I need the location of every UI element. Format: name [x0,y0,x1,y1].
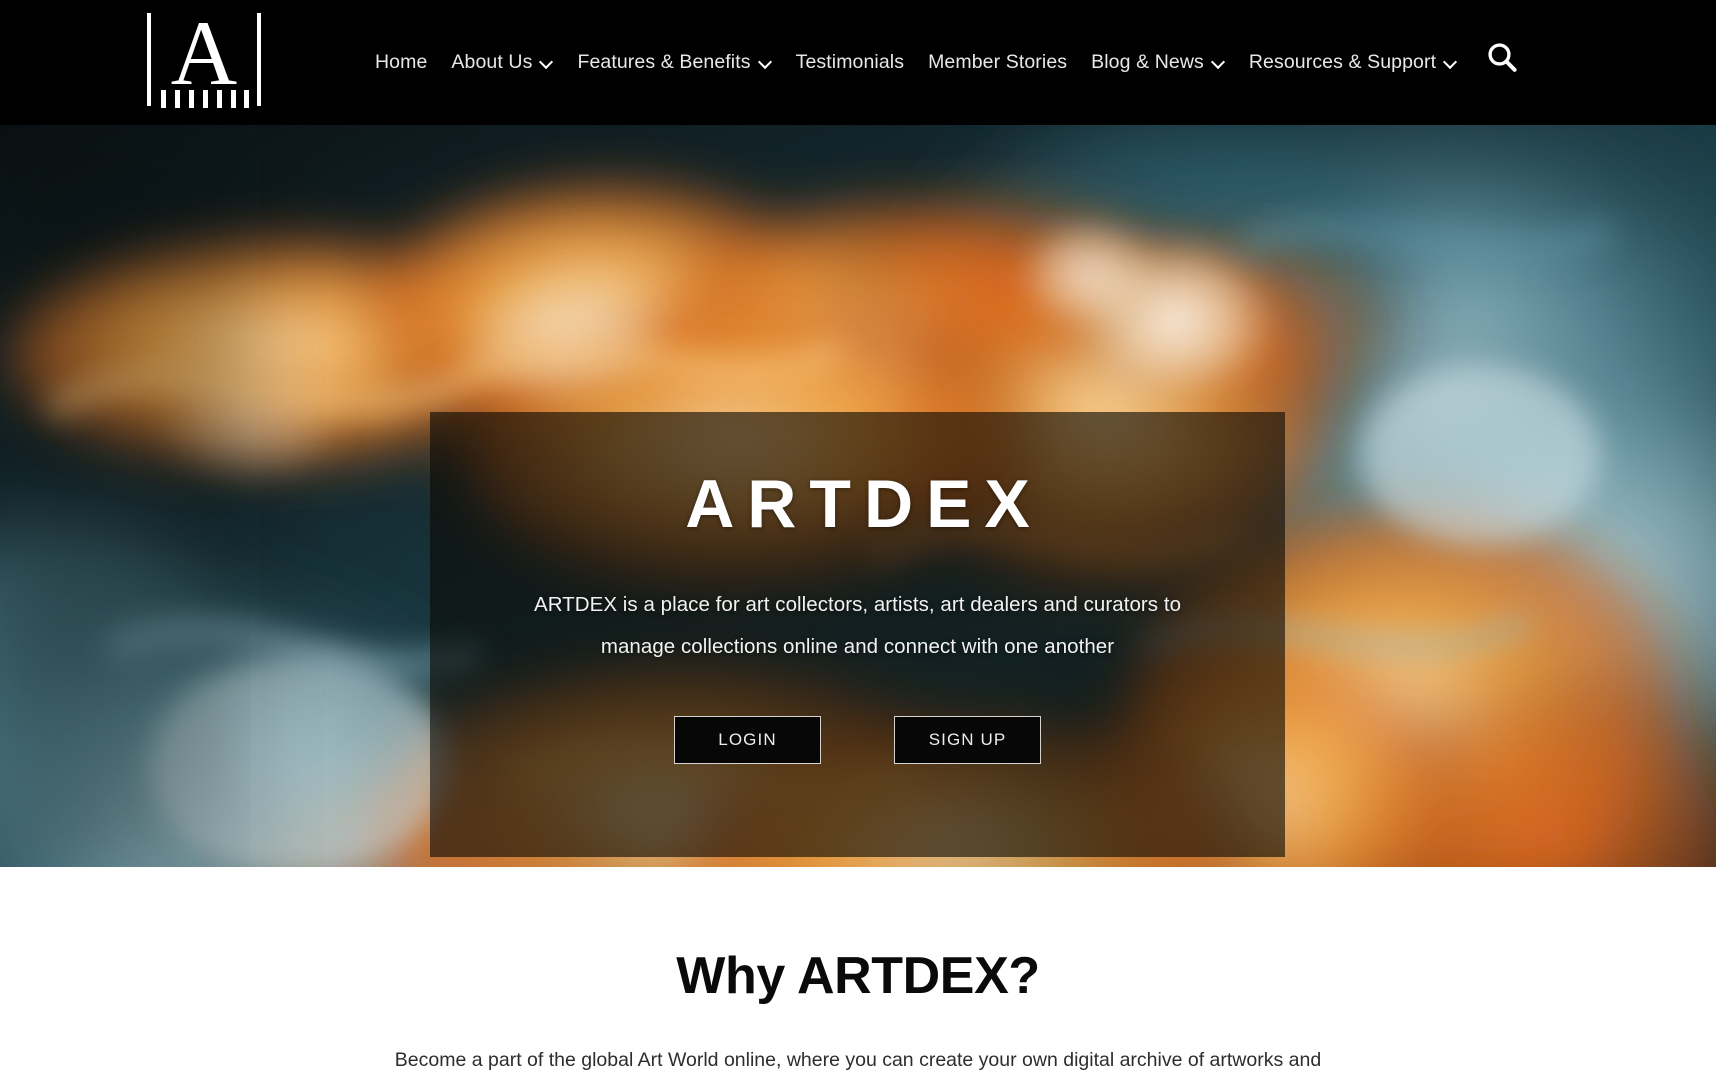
nav-label-resources-support: Resources & Support [1248,50,1437,73]
artdex-logo[interactable]: A [145,2,265,115]
site-header: A Home About Us Features & Benefits Test… [0,0,1716,125]
nav-item-blog-news[interactable]: Blog & News [1079,50,1237,73]
primary-navigation: Home About Us Features & Benefits Testim… [363,0,1469,125]
nav-item-member-stories[interactable]: Member Stories [916,50,1079,73]
chevron-down-icon [760,56,772,68]
why-artdex-body: Become a part of the global Art World on… [394,1048,1322,1071]
nav-label-about-us: About Us [451,50,533,73]
search-button[interactable] [1480,36,1524,80]
chevron-down-icon [541,56,553,68]
artdex-logo-mark: A [147,2,261,108]
chevron-down-icon [1445,56,1457,68]
login-button[interactable]: LOGIN [674,715,821,764]
hero-action-buttons: LOGIN SIGN UP [674,715,1041,764]
signup-button[interactable]: SIGN UP [894,715,1041,764]
nav-item-about-us[interactable]: About Us [439,50,565,73]
nav-label-home: Home [375,50,428,73]
nav-item-features-benefits[interactable]: Features & Benefits [565,50,783,73]
svg-text:A: A [171,10,237,104]
hero-title: ARTDEX [685,466,1043,542]
nav-item-testimonials[interactable]: Testimonials [784,50,917,73]
why-artdex-heading: Why ARTDEX? [676,947,1040,1005]
nav-label-member-stories: Member Stories [928,50,1068,73]
nav-item-resources-support[interactable]: Resources & Support [1237,50,1469,73]
nav-label-testimonials: Testimonials [795,50,905,73]
hero-subtitle: ARTDEX is a place for art collectors, ar… [533,592,1182,658]
nav-item-home[interactable]: Home [363,50,439,73]
nav-label-blog-news: Blog & News [1091,50,1204,73]
nav-label-features-benefits: Features & Benefits [577,50,751,73]
why-artdex-section: Why ARTDEX? Become a part of the global … [0,867,1716,1080]
chevron-down-icon [1213,56,1225,68]
hero-content-panel: ARTDEX ARTDEX is a place for art collect… [430,412,1285,857]
search-icon [1488,43,1517,72]
hero-section: ARTDEX ARTDEX is a place for art collect… [0,125,1716,867]
